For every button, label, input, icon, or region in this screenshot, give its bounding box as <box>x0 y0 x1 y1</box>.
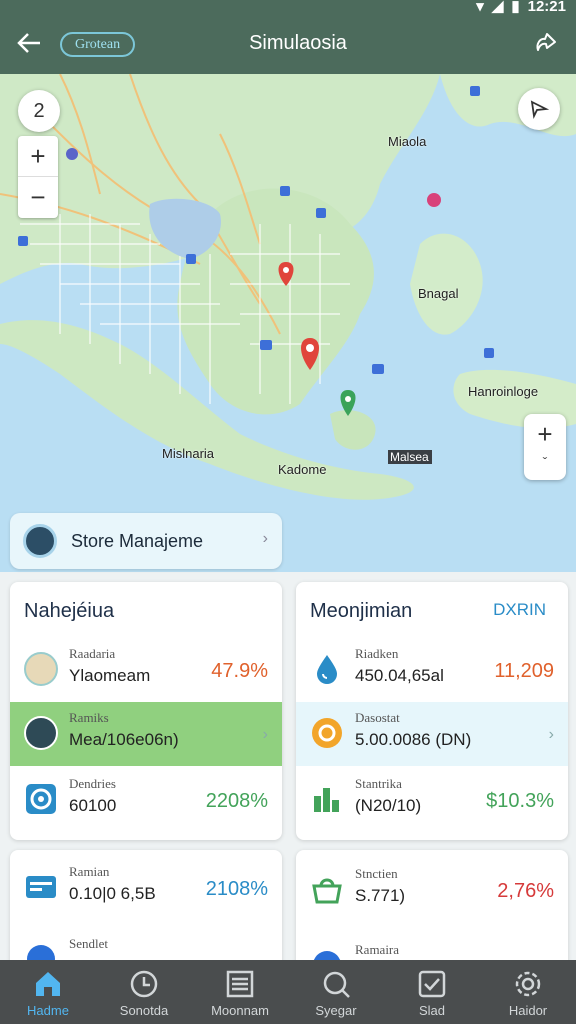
row-label: Dasostat <box>355 710 400 725</box>
list-item[interactable]: Ramiks Mea/106e06n) › <box>10 702 282 766</box>
row-value: 0.10|0 6,5B <box>69 884 156 903</box>
right-summary-card: Meonjimian DXRIN Riadken 450.04,65al 11,… <box>296 582 568 840</box>
row-value: 5.00.0086 (DN) <box>355 730 472 749</box>
card-title: Meonjimian <box>310 600 413 622</box>
row-label: Sendlet <box>69 936 108 951</box>
list-item[interactable]: Riadken 450.04,65al 11,209 <box>296 638 568 702</box>
map-background <box>0 74 576 572</box>
card-tag[interactable]: DXRIN <box>493 600 546 620</box>
list-item[interactable]: Dendries 60100 2208% <box>10 768 282 832</box>
row-value: Mea/106e06n) <box>69 730 179 749</box>
row-percent: 47.9% <box>211 660 268 682</box>
zoom-level-badge[interactable]: 2 <box>18 90 60 132</box>
drop-icon <box>317 655 337 684</box>
zoom-in-button[interactable]: + <box>18 136 58 177</box>
map-label: Hanroinloge <box>468 384 539 399</box>
map-label: Bnagal <box>418 286 459 301</box>
right-zoom-in-button[interactable]: + <box>524 414 566 454</box>
bar-chart-icon <box>314 788 339 812</box>
row-value: (N20/10) <box>355 796 422 815</box>
wifi-icon: ▾ <box>476 0 484 15</box>
list-item[interactable]: Dasostat 5.00.0086 (DN) › <box>296 702 568 766</box>
zoom-control: + − <box>18 136 58 218</box>
map-label: Kadome <box>278 462 327 477</box>
row-value: 450.04,65al <box>355 666 444 685</box>
list-item[interactable]: Raadaria Ylaomeam 47.9% <box>10 638 282 702</box>
clock-icon <box>130 970 158 998</box>
zoom-out-button[interactable]: − <box>18 177 58 218</box>
row-percent: 2208% <box>205 790 268 812</box>
chevron-right-icon: › <box>262 726 268 743</box>
row-label: Dendries <box>69 776 116 791</box>
home-icon <box>36 972 60 996</box>
status-bar: ▾ ◢ ▮ 12:21 <box>0 0 576 15</box>
status-time: 12:21 <box>527 0 566 15</box>
row-percent: 2,76% <box>497 880 554 902</box>
left-lower-card: Ramian 0.10|0 6,5B 2108% Sendlet <box>10 850 282 970</box>
right-zoom-out-button[interactable]: ˇ <box>524 454 566 470</box>
nav-item-search[interactable]: Syegar <box>288 960 384 1024</box>
nav-item-checklist[interactable]: Slad <box>384 960 480 1024</box>
app-bar: Grotean Simulaosia <box>0 14 576 74</box>
map-label: Malsea <box>390 450 429 464</box>
nav-item-home[interactable]: Hadme <box>0 960 96 1024</box>
nav-label: Haidor <box>508 1003 548 1018</box>
map-view[interactable]: 2 + − + ˇ Miaola Bnagal Hanroinloge Misl… <box>0 74 576 572</box>
row-label: Raadaria <box>69 646 116 661</box>
row-label: Riadken <box>355 646 399 661</box>
nav-label: Sonotda <box>119 1003 169 1018</box>
right-zoom-control: + ˇ <box>524 414 566 480</box>
row-percent: 2108% <box>205 878 268 900</box>
row-percent: $10.3% <box>486 790 554 812</box>
signal-icon: ◢ <box>491 0 504 15</box>
checkbox-icon <box>418 970 446 998</box>
avatar <box>23 524 57 558</box>
battery-icon: ▮ <box>511 0 520 15</box>
chevron-right-icon: › <box>548 726 554 743</box>
left-summary-card: Nahejéiua Raadaria Ylaomeam 47.9% Ramiks… <box>10 582 282 840</box>
nav-item-settings[interactable]: Haidor <box>480 960 576 1024</box>
bag-icon <box>312 878 342 904</box>
bottom-nav: Hadme Sonotda Moonnam Syegar Slad Haidor <box>0 960 576 1024</box>
navigation-icon[interactable] <box>518 88 560 130</box>
map-label: Mislnaria <box>162 446 215 461</box>
card-icon <box>26 876 56 898</box>
card-title: Nahejéiua <box>24 600 115 622</box>
list-icon <box>226 970 254 998</box>
settings-icon <box>515 971 541 997</box>
search-icon <box>323 971 350 998</box>
row-label: Stantrika <box>355 776 402 791</box>
nav-item-schedule[interactable]: Sonotda <box>96 960 192 1024</box>
target-icon <box>26 784 56 814</box>
chevron-right-icon: › <box>262 530 268 547</box>
list-item[interactable]: Ramian 0.10|0 6,5B 2108% <box>10 856 282 920</box>
row-value: 60100 <box>69 796 117 815</box>
row-label: Stnctien <box>355 866 398 881</box>
row-label: Ramaira <box>355 942 400 957</box>
nav-label: Hadme <box>27 1003 69 1018</box>
avatar <box>24 716 58 750</box>
row-label: Ramian <box>69 864 110 879</box>
currency-icon <box>312 718 342 748</box>
nav-label: Syegar <box>315 1003 357 1018</box>
right-lower-card: Stnctien S.771) 2,76% Ramaira <box>296 850 568 970</box>
row-percent: 11,209 <box>494 660 554 682</box>
row-label: Ramiks <box>69 710 109 725</box>
nav-item-list[interactable]: Moonnam <box>192 960 288 1024</box>
list-item[interactable]: Stantrika (N20/10) $10.3% <box>296 768 568 832</box>
store-management-bar[interactable]: Store Manajeme › <box>10 513 282 569</box>
map-label: Miaola <box>388 134 427 149</box>
row-value: Ylaomeam <box>69 666 151 685</box>
store-label: Store Manajeme <box>71 530 204 551</box>
list-item[interactable]: Stnctien S.771) 2,76% <box>296 858 568 922</box>
nav-label: Moonnam <box>211 1003 269 1018</box>
page-title: Simulaosia <box>249 32 347 54</box>
row-value: S.771) <box>355 886 406 905</box>
share-icon[interactable] <box>530 28 562 60</box>
avatar <box>24 652 58 686</box>
nav-label: Slad <box>418 1003 446 1018</box>
